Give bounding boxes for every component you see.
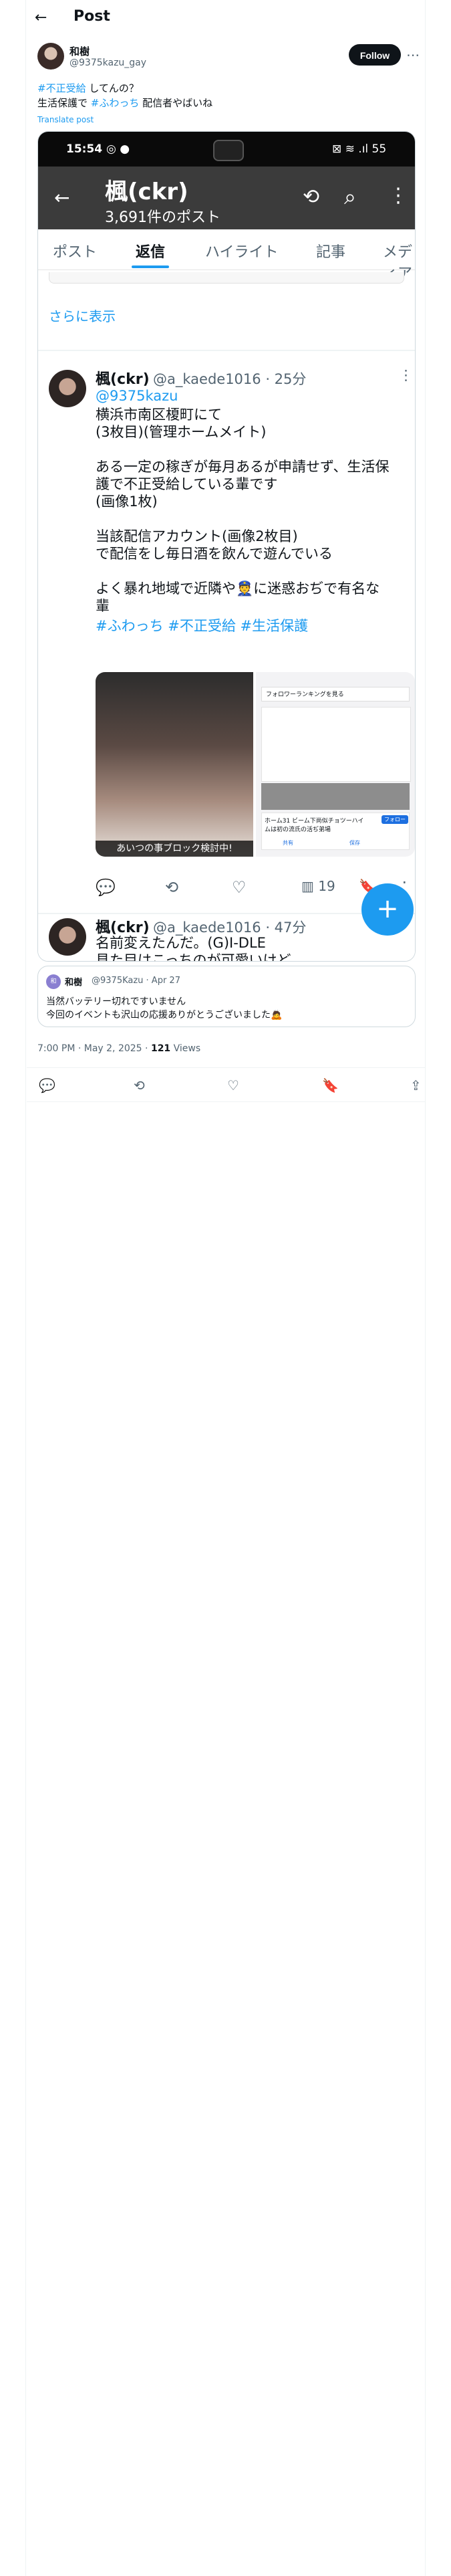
- views-count: 19: [318, 878, 335, 894]
- reply-more-icon[interactable]: ⋮: [399, 367, 413, 383]
- author-handle[interactable]: @9375kazu_gay: [69, 58, 146, 68]
- tab-posts[interactable]: ポスト: [53, 240, 97, 261]
- quoted-post[interactable]: 和 和樹 @9375Kazu · Apr 27 当然バッテリー切れですいません …: [37, 966, 416, 1027]
- reply-text-line: 横浜市南区榎町にて: [96, 407, 222, 423]
- translate-post-link[interactable]: Translate post: [37, 115, 94, 124]
- post-text-line-1: #不正受給 してんの？: [37, 82, 139, 95]
- post-timestamp[interactable]: 7:00 PM · May 2, 2025 ·: [37, 1043, 151, 1054]
- status-icons-left: ◎ ●: [106, 142, 130, 156]
- tab-replies[interactable]: 返信: [136, 240, 165, 261]
- author-name[interactable]: 和樹: [69, 44, 90, 58]
- reply-author-name[interactable]: 楓(ckr): [96, 367, 150, 389]
- reply-icon[interactable]: 💬: [96, 878, 116, 897]
- reply-hashtags[interactable]: #ふわっち #不正受給 #生活保護: [96, 617, 308, 635]
- post-actions-bar: 💬 ⟲ ♡ 🔖 ⇪: [27, 1067, 425, 1102]
- reply-mention-link[interactable]: @9375kazu: [96, 387, 178, 405]
- reply-text-line: 当該配信アカウント(画像2枚目): [96, 528, 298, 544]
- quote-text-line: 当然バッテリー切れですいません: [46, 996, 186, 1007]
- reply-text-line: 輩: [96, 598, 110, 614]
- hashtag-link[interactable]: #ふわっち: [91, 97, 140, 109]
- like-icon[interactable]: ♡: [232, 878, 247, 897]
- image-share-chip: 共有: [283, 840, 293, 846]
- phone-screen: 15:54 ◎ ● ⊠ ≋ .ıl 55 ← 楓(ckr) 3,691件のポスト…: [38, 132, 415, 961]
- retweet-icon[interactable]: ⟲: [165, 878, 178, 897]
- quote-handle-date: @9375Kazu · Apr 27: [92, 976, 180, 986]
- reply-text-line: (画像1枚): [96, 494, 158, 510]
- reply-text-line: 名前変えたんだ。(G)I-DLE: [96, 935, 266, 951]
- post-text: してんの？: [86, 82, 139, 94]
- image-comment-panel: [261, 707, 411, 782]
- reply-avatar[interactable]: [49, 918, 86, 956]
- divider: [38, 913, 415, 914]
- reply-image-screenshot[interactable]: フォロワーランキングを見る ホーム31 ビーム下尚似チョツーハイ ムは初の流氏の…: [256, 672, 415, 857]
- profile-tabs: ポスト 返信 ハイライト 記事 メディア: [38, 229, 415, 282]
- reply-text-line: 見た目はこっちのが可愛いけど: [96, 952, 291, 962]
- views-label: Views: [170, 1043, 201, 1054]
- status-time: 15:54: [66, 142, 103, 156]
- app-back-icon[interactable]: ←: [54, 187, 69, 209]
- image-ranking-label: フォロワーランキングを見る: [261, 687, 410, 702]
- quote-text-line: 今回のイベントも沢山の応援ありがとうございました🙇: [46, 1010, 283, 1021]
- reply-handle-time: @a_kaede1016 · 25分: [153, 371, 307, 387]
- reply-text-line: 護で不正受給している輩です: [96, 476, 278, 492]
- tab-highlights[interactable]: ハイライト: [205, 240, 279, 261]
- profile-name: 楓(ckr): [105, 179, 188, 205]
- views-icon[interactable]: ▥ 19: [301, 878, 335, 894]
- author-avatar[interactable]: [37, 43, 64, 70]
- refresh-icon[interactable]: ⟲: [303, 185, 319, 209]
- tab-articles[interactable]: 記事: [316, 240, 345, 261]
- share-icon[interactable]: ⇪: [410, 1077, 422, 1093]
- more-options-icon[interactable]: ⋯: [406, 47, 420, 63]
- status-bar: 15:54 ◎ ● ⊠ ≋ .ıl 55: [38, 132, 415, 167]
- quote-avatar: 和: [46, 974, 61, 989]
- hashtag-link[interactable]: #不正受給: [37, 82, 86, 94]
- follow-button[interactable]: Follow: [349, 44, 401, 66]
- reply-avatar[interactable]: [49, 370, 86, 407]
- attached-screenshot[interactable]: 15:54 ◎ ● ⊠ ≋ .ıl 55 ← 楓(ckr) 3,691件のポスト…: [37, 131, 416, 962]
- post-text: 生活保護で: [37, 97, 91, 109]
- profile-app-bar: ← 楓(ckr) 3,691件のポスト ⟲ ⌕ ⋮: [38, 167, 415, 229]
- reply-text-line: (3枚目)(管理ホームメイト): [96, 424, 267, 440]
- post-text-line-2: 生活保護で #ふわっち 配信者やばいね: [37, 96, 212, 110]
- search-icon[interactable]: ⌕: [344, 184, 356, 210]
- retweet-icon[interactable]: ⟲: [134, 1077, 145, 1093]
- previous-card-edge: [49, 272, 404, 284]
- active-tab-indicator: [132, 265, 169, 268]
- reply-image-person[interactable]: [96, 672, 253, 857]
- show-more-link[interactable]: さらに表示: [49, 306, 116, 325]
- like-icon[interactable]: ♡: [227, 1077, 239, 1093]
- reply-text-line: よく暴れ地域で近隣や👮に迷惑おぢで有名な: [96, 580, 380, 597]
- image-save-chip: 保存: [349, 840, 360, 846]
- post-count: 3,691件のポスト: [105, 209, 220, 226]
- left-border: [25, 0, 26, 2576]
- reply-text-line: で配信をし毎日酒を飲んで遊んでいる: [96, 546, 333, 562]
- image-info-subtitle: ムは初の流氏の活ぢ弟場: [265, 827, 331, 833]
- views-count: 121: [150, 1043, 171, 1054]
- reply-image-caption: あいつの事ブロック検討中!: [96, 841, 253, 857]
- right-border: [425, 0, 426, 2576]
- compose-fab-button[interactable]: +: [361, 883, 414, 936]
- reply-text-line: ある一定の稼ぎが毎月あるが申請せず、生活保: [96, 459, 390, 475]
- post-text: 配信者やばいね: [139, 97, 213, 109]
- status-icons-right: ⊠ ≋ .ıl 55: [332, 142, 387, 156]
- quote-author-name: 和樹: [65, 978, 83, 988]
- back-arrow-icon[interactable]: ←: [35, 9, 47, 26]
- image-follow-chip: フォロー: [382, 815, 408, 824]
- divider: [38, 350, 415, 351]
- bookmark-icon[interactable]: 🔖: [322, 1077, 339, 1093]
- more-vertical-icon[interactable]: ⋮: [388, 184, 408, 207]
- reply-icon[interactable]: 💬: [39, 1077, 55, 1093]
- image-video-strip: [261, 783, 410, 810]
- page-title: Post: [73, 8, 110, 25]
- camera-notch: [213, 140, 244, 161]
- post-timestamp-views: 7:00 PM · May 2, 2025 · 121 Views: [37, 1043, 200, 1054]
